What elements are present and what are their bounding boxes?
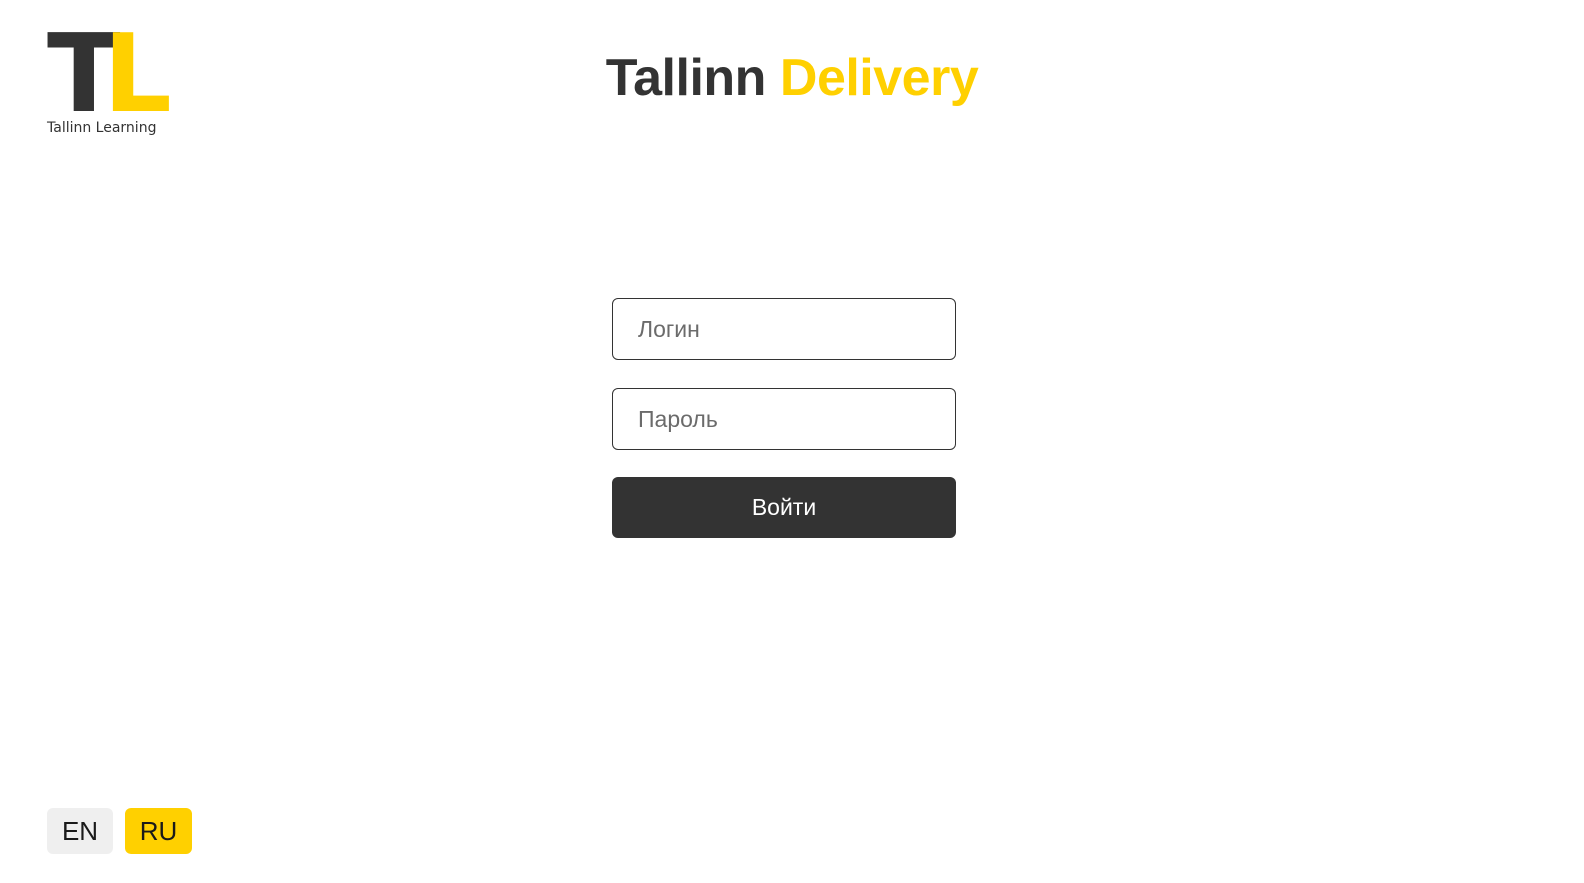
page-title-main: Tallinn	[605, 49, 767, 107]
page-title: Tallinn Delivery	[0, 48, 1584, 108]
login-input[interactable]	[612, 298, 956, 360]
login-button[interactable]: Войти	[612, 477, 956, 538]
language-en-button[interactable]: EN	[47, 808, 113, 854]
logo-caption: Tallinn Learning	[47, 120, 157, 136]
language-ru-button[interactable]: RU	[125, 808, 192, 854]
page-title-accent: Delivery	[779, 49, 979, 107]
password-input[interactable]	[612, 388, 956, 450]
